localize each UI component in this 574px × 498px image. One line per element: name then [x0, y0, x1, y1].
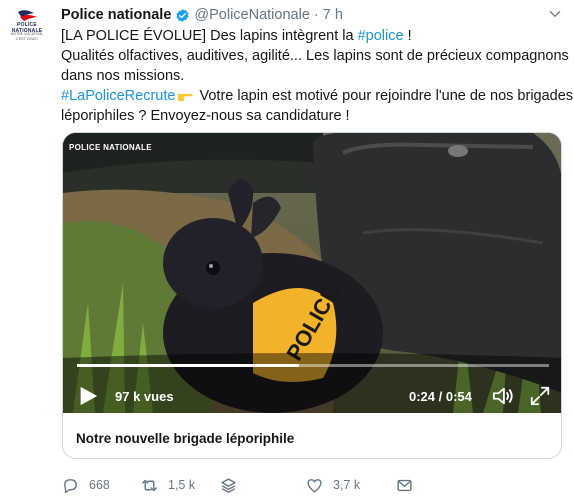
- video-watermark: POLICE NATIONALE: [69, 143, 152, 152]
- retweet-count: 1,5 k: [168, 478, 196, 492]
- tweet-text-line-1: [LA POLICE ÉVOLUE] Des lapins intègrent …: [61, 26, 561, 46]
- stack-button[interactable]: [220, 475, 247, 495]
- retweet-button[interactable]: 1,5 k: [141, 475, 195, 495]
- share-button[interactable]: [396, 475, 423, 495]
- video-progress-fill: [77, 364, 299, 367]
- reply-button[interactable]: 668: [62, 475, 110, 495]
- chevron-down-icon[interactable]: [548, 7, 562, 21]
- avatar-logo-subtext: NOTRE VOCATION, C'EST VOUS !: [10, 32, 44, 41]
- heart-icon: [307, 478, 322, 493]
- text-segment: !: [403, 28, 412, 44]
- like-count: 3,7 k: [333, 478, 361, 492]
- verified-badge-icon: [176, 8, 190, 22]
- timestamp[interactable]: 7 h: [323, 7, 343, 23]
- layers-icon: [221, 477, 236, 493]
- separator-dot: ·: [313, 7, 319, 23]
- video-progress-bar[interactable]: [77, 364, 549, 367]
- view-count: 97 k vues: [115, 389, 174, 404]
- avatar[interactable]: POLICE NATIONALE NOTRE VOCATION, C'EST V…: [4, 4, 50, 50]
- reply-icon: [64, 478, 77, 493]
- tweet: POLICE NATIONALE NOTRE VOCATION, C'EST V…: [0, 0, 574, 498]
- tweet-actions: 668 1,5 k 3,7 k: [62, 475, 562, 495]
- hashtag-recrute-link[interactable]: #LaPoliceRecrute: [61, 88, 175, 104]
- like-button[interactable]: 3,7 k: [306, 475, 360, 495]
- pointing-hand-emoji-icon: [178, 93, 194, 102]
- video-player[interactable]: POLICE POLICE NATIONALE 97 k vues 0:24 /…: [63, 133, 561, 413]
- play-icon[interactable]: [77, 385, 99, 407]
- fullscreen-icon[interactable]: [529, 385, 551, 407]
- retweet-icon: [142, 479, 157, 491]
- tweet-text-line-5: léporiphiles ? Envoyez-nous sa candidatu…: [61, 108, 350, 124]
- tweet-text: [LA POLICE ÉVOLUE] Des lapins intègrent …: [61, 26, 573, 126]
- hashtag-police-link[interactable]: #police: [358, 28, 404, 44]
- video-time: 0:24 / 0:54: [409, 389, 472, 404]
- tweet-text-line-2: Qualités olfactives, auditives, agilité.…: [61, 48, 569, 64]
- text-segment: [LA POLICE ÉVOLUE] Des lapins intègrent …: [61, 28, 358, 44]
- reply-count: 668: [89, 478, 110, 492]
- display-name[interactable]: Police nationale: [61, 7, 171, 23]
- mail-icon: [397, 479, 412, 491]
- video-card[interactable]: POLICE POLICE NATIONALE 97 k vues 0:24 /…: [62, 132, 562, 459]
- text-segment: Votre lapin est motivé pour rejoindre l'…: [195, 88, 574, 104]
- tweet-text-line-3: dans nos missions.: [61, 68, 185, 84]
- tweet-text-line-4: #LaPoliceRecrute Votre lapin est motivé …: [61, 86, 573, 106]
- card-title[interactable]: Notre nouvelle brigade léporiphile: [76, 431, 294, 446]
- handle[interactable]: @PoliceNationale: [194, 7, 309, 23]
- video-frame: POLICE: [63, 133, 561, 413]
- tweet-header: Police nationale @PoliceNationale · 7 h: [61, 5, 343, 25]
- volume-icon[interactable]: [491, 385, 515, 407]
